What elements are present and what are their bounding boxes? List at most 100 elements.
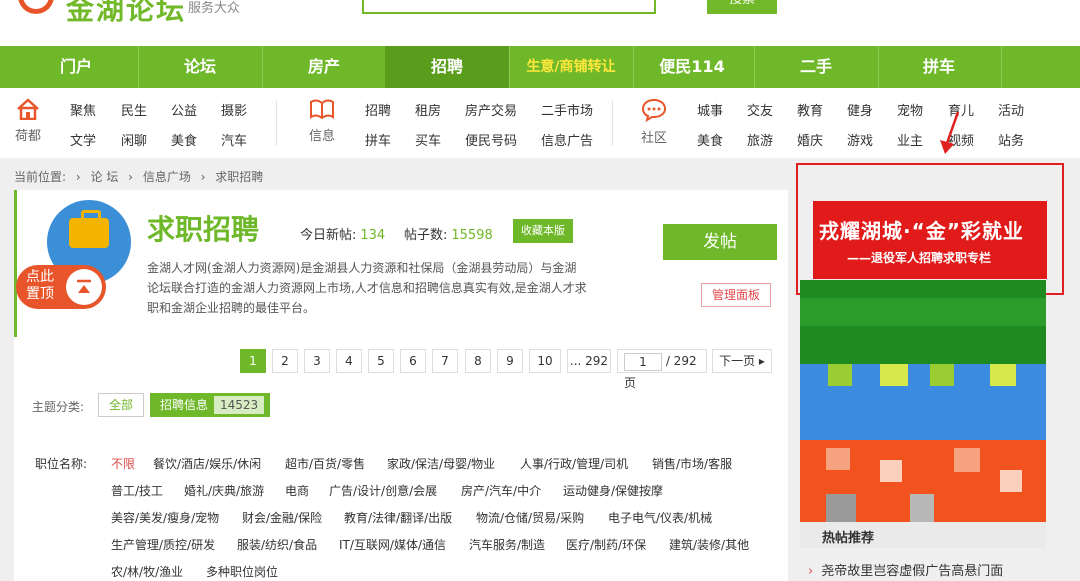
- new-post-button[interactable]: 发帖: [663, 224, 777, 260]
- hot-post-item[interactable]: › 尧帝故里岂容虚假广告高悬门面: [808, 560, 1003, 579]
- info-group[interactable]: 信息: [302, 98, 342, 146]
- page-jump-input[interactable]: 1: [624, 352, 662, 371]
- page-link[interactable]: 3: [304, 349, 330, 373]
- subnav-link[interactable]: 租房: [415, 100, 441, 119]
- subnav-link[interactable]: 旅游: [747, 130, 773, 149]
- page-link[interactable]: 10: [529, 349, 561, 373]
- subnav-link[interactable]: 婚庆: [797, 130, 823, 149]
- job-option[interactable]: 农/林/牧/渔业: [111, 563, 183, 580]
- nav-114[interactable]: 便民114: [630, 46, 754, 88]
- job-option[interactable]: 多种职位岗位: [206, 563, 278, 580]
- admin-panel-button[interactable]: 管理面板: [701, 283, 771, 307]
- page-link[interactable]: 9: [497, 349, 523, 373]
- subnav-link[interactable]: 房产交易: [465, 100, 517, 119]
- site-logo[interactable]: 金湖论坛: [66, 0, 186, 28]
- job-option[interactable]: 婚礼/庆典/旅游: [184, 482, 264, 499]
- nav-jobs[interactable]: 招聘: [385, 46, 509, 88]
- blurred-ad-banner[interactable]: [800, 280, 1046, 522]
- job-option[interactable]: 餐饮/酒店/娱乐/休闲: [153, 455, 261, 472]
- home-group[interactable]: 荷都: [8, 98, 48, 146]
- category-all[interactable]: 全部: [98, 393, 144, 417]
- job-option[interactable]: 房产/汽车/中介: [461, 482, 541, 499]
- nav-portal[interactable]: 门户: [14, 46, 138, 88]
- pin-to-top-label: 点此置顶: [26, 269, 54, 302]
- community-group[interactable]: 社区: [634, 98, 674, 148]
- job-option[interactable]: 人事/行政/管理/司机: [520, 455, 628, 472]
- subnav-link[interactable]: 业主: [897, 130, 923, 149]
- pin-to-top-button[interactable]: 点此置顶: [16, 265, 106, 309]
- page-link[interactable]: 4: [336, 349, 362, 373]
- job-option[interactable]: 广告/设计/创意/会展: [329, 482, 437, 499]
- subnav-link[interactable]: 文学: [70, 130, 96, 149]
- job-option[interactable]: IT/互联网/媒体/通信: [339, 536, 446, 553]
- nav-carpool[interactable]: 拼车: [877, 46, 1001, 88]
- subnav-link[interactable]: 公益: [171, 100, 197, 119]
- job-option[interactable]: 美容/美发/瘦身/宠物: [111, 509, 219, 526]
- subnav-link[interactable]: 美食: [171, 130, 197, 149]
- job-option[interactable]: 电商: [285, 482, 309, 499]
- subnav-link[interactable]: 站务: [998, 130, 1024, 149]
- subnav-link[interactable]: 买车: [415, 130, 441, 149]
- subnav-link[interactable]: 聚焦: [70, 100, 96, 119]
- job-option[interactable]: 普工/技工: [111, 482, 163, 499]
- job-option[interactable]: 运动健身/保健按摩: [563, 482, 663, 499]
- subnav-link[interactable]: 拼车: [365, 130, 391, 149]
- subnav-link[interactable]: 交友: [747, 100, 773, 119]
- job-option[interactable]: 超市/百货/零售: [285, 455, 365, 472]
- subnav-link[interactable]: 二手市场: [541, 100, 593, 119]
- today-posts: 今日新帖: 134: [300, 224, 385, 243]
- page-link[interactable]: 6: [400, 349, 426, 373]
- subnav-link[interactable]: 城事: [697, 100, 723, 119]
- subnav-link[interactable]: 健身: [847, 100, 873, 119]
- category-jobs[interactable]: 招聘信息 14523: [150, 393, 270, 417]
- search-input[interactable]: [362, 0, 656, 14]
- category-label: 主题分类:: [32, 400, 85, 414]
- job-option[interactable]: 家政/保洁/母婴/物业: [387, 455, 495, 472]
- subnav-link[interactable]: 信息广告: [541, 130, 593, 149]
- logo-icon[interactable]: [18, 0, 54, 14]
- page-link[interactable]: 7: [432, 349, 458, 373]
- job-option[interactable]: 财会/金融/保险: [242, 509, 322, 526]
- job-option[interactable]: 服装/纺织/食品: [237, 536, 317, 553]
- page-link[interactable]: 8: [465, 349, 491, 373]
- job-option[interactable]: 不限: [111, 455, 135, 472]
- breadcrumb-item[interactable]: 信息广场: [143, 170, 191, 184]
- category-jobs-label: 招聘信息: [160, 398, 209, 412]
- nav-house[interactable]: 房产: [262, 46, 386, 88]
- subnav-link[interactable]: 教育: [797, 100, 823, 119]
- page-link[interactable]: 1: [240, 349, 266, 373]
- job-filter: 职位名称: 不限 餐饮/酒店/娱乐/休闲 超市/百货/零售 家政/保洁/母婴/物…: [14, 437, 788, 581]
- arrow-up-icon: [66, 269, 102, 305]
- job-option[interactable]: 物流/仓储/贸易/采购: [476, 509, 584, 526]
- job-option[interactable]: 建筑/装修/其他: [669, 536, 749, 553]
- page-link[interactable]: 2: [272, 349, 298, 373]
- nav-secondhand[interactable]: 二手: [754, 46, 878, 88]
- subnav-link[interactable]: 闲聊: [121, 130, 147, 149]
- page-link[interactable]: 5: [368, 349, 394, 373]
- subnav-link[interactable]: 宠物: [897, 100, 923, 119]
- subnav-link[interactable]: 摄影: [221, 100, 247, 119]
- job-option[interactable]: 销售/市场/客服: [652, 455, 732, 472]
- subnav-link[interactable]: 美食: [697, 130, 723, 149]
- subnav-divider: [276, 100, 277, 146]
- page-link-last[interactable]: ... 292: [567, 349, 611, 373]
- subnav-link[interactable]: 游戏: [847, 130, 873, 149]
- job-option[interactable]: 汽车服务/制造: [469, 536, 545, 553]
- next-page-button[interactable]: 下一页 ▸: [712, 349, 772, 373]
- nav-business[interactable]: 生意/商铺转让: [509, 46, 633, 88]
- search-button[interactable]: 搜索: [707, 0, 777, 14]
- subnav-link[interactable]: 活动: [998, 100, 1024, 119]
- job-option[interactable]: 生产管理/质控/研发: [111, 536, 215, 553]
- job-option[interactable]: 教育/法律/翻译/出版: [344, 509, 452, 526]
- subnav-link[interactable]: 汽车: [221, 130, 247, 149]
- subnav-link[interactable]: 民生: [121, 100, 147, 119]
- nav-forum[interactable]: 论坛: [138, 46, 262, 88]
- job-option[interactable]: 医疗/制药/环保: [566, 536, 646, 553]
- favorite-board-button[interactable]: 收藏本版: [513, 219, 573, 243]
- subnav-link[interactable]: 招聘: [365, 100, 391, 119]
- breadcrumb-item[interactable]: 求职招聘: [215, 170, 263, 184]
- subnav-link[interactable]: 便民号码: [465, 130, 517, 149]
- nav-divider: [1001, 46, 1002, 88]
- job-option[interactable]: 电子电气/仪表/机械: [608, 509, 712, 526]
- breadcrumb-item[interactable]: 论 坛: [91, 170, 119, 184]
